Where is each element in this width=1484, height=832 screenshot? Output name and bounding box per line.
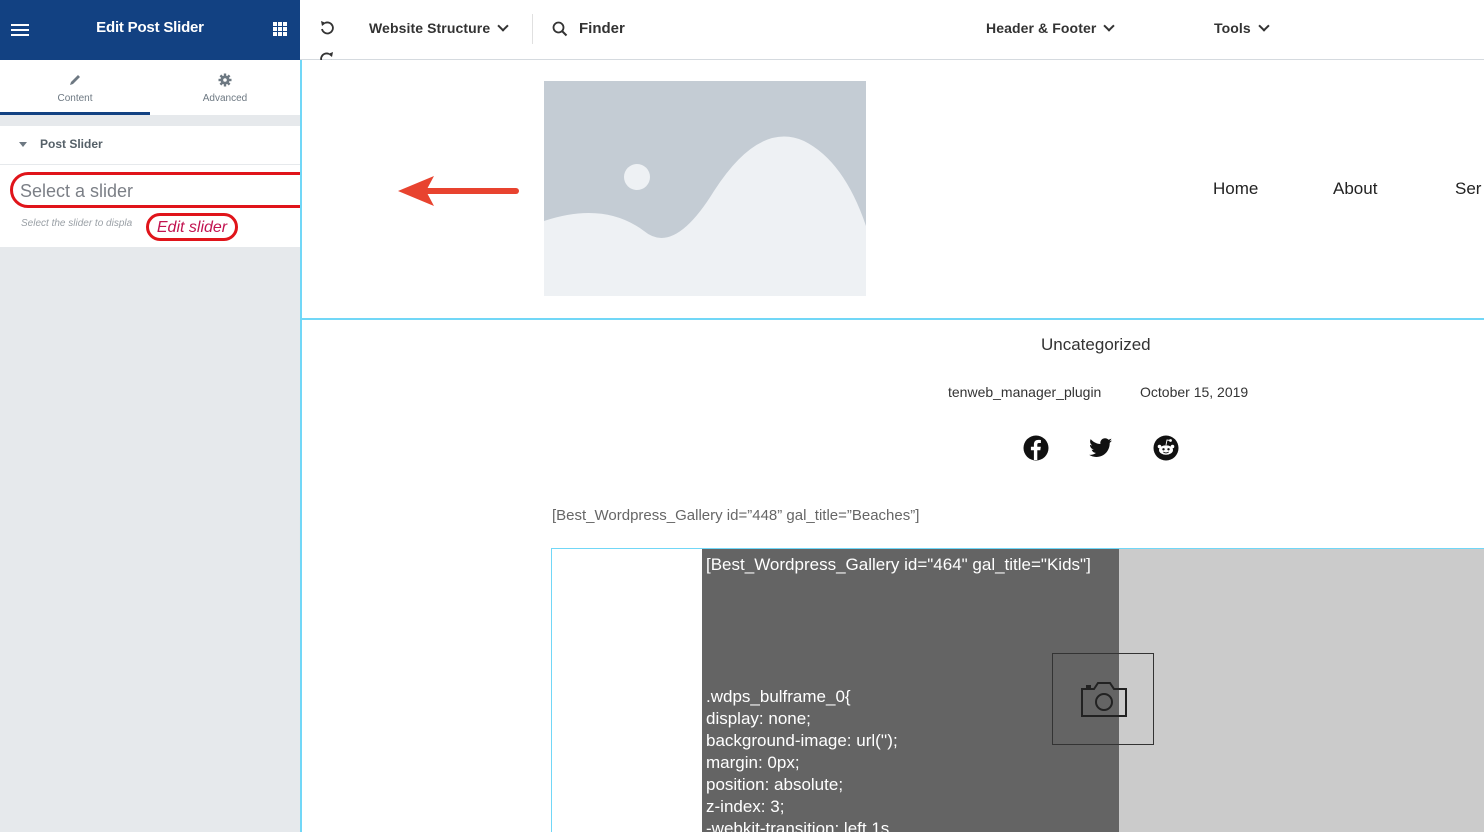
gallery-shortcode-text: [Best_Wordpress_Gallery id=”448” gal_tit… (552, 507, 920, 524)
widgets-grid-icon[interactable] (273, 22, 287, 36)
top-bar: Website Structure Finder Header & Footer… (300, 0, 1484, 66)
tab-content[interactable]: Content (0, 60, 150, 115)
code-line: -webkit-transition: left 1s (706, 819, 890, 832)
twitter-icon[interactable] (1088, 435, 1114, 461)
search-icon[interactable] (552, 21, 568, 37)
chevron-down-icon (497, 20, 509, 32)
code-line: .wdps_bulframe_0{ (706, 687, 851, 706)
caret-down-icon (19, 142, 27, 147)
code-line: z-index: 3; (706, 797, 785, 816)
facebook-icon[interactable] (1023, 435, 1049, 461)
section-title: Post Slider (40, 137, 103, 151)
section-toggle-post-slider[interactable]: Post Slider (0, 126, 300, 165)
annotation-arrow-icon (398, 176, 519, 206)
slider-image-area (1119, 549, 1484, 832)
section-outline (300, 318, 1484, 320)
edit-slider-link[interactable]: Edit slider (146, 213, 238, 241)
panel-header: Edit Post Slider (0, 0, 300, 60)
slider-select-placeholder: Select a slider (20, 181, 134, 201)
image-placeholder-box[interactable] (1052, 653, 1154, 745)
section-body: Select a slider Select the slider to dis… (0, 165, 366, 247)
nav-link-services[interactable]: Ser (1455, 179, 1481, 199)
inline-css-code: .wdps_bulframe_0{ display: none; backgro… (706, 686, 898, 832)
menu-tools-label: Tools (1214, 20, 1251, 36)
reddit-icon[interactable] (1153, 435, 1179, 461)
camera-icon (1081, 682, 1127, 717)
menu-tools[interactable]: Tools (1214, 20, 1270, 36)
toolbar-divider (532, 14, 533, 44)
post-author-link[interactable]: tenweb_manager_plugin (948, 384, 1101, 400)
hamburger-menu-icon[interactable] (10, 20, 30, 40)
menu-website-structure[interactable]: Website Structure (369, 20, 509, 36)
post-date: October 15, 2019 (1140, 384, 1249, 400)
post-category-link[interactable]: Uncategorized (1041, 335, 1151, 355)
menu-header-footer-label: Header & Footer (986, 20, 1097, 36)
code-line: position: absolute; (706, 775, 844, 794)
panel-tabs: Content Advanced (0, 60, 300, 115)
slider-help-text: Select the slider to displa (21, 218, 133, 229)
code-line: display: none; (706, 709, 811, 728)
code-line: background-image: url(''); (706, 731, 898, 750)
chevron-down-icon (1258, 20, 1270, 32)
site-logo-placeholder-image[interactable] (544, 81, 866, 296)
undo-icon[interactable] (320, 20, 334, 36)
pencil-icon (70, 75, 80, 85)
gallery-shortcode-text: [Best_Wordpress_Gallery id="464" gal_tit… (706, 555, 1091, 574)
nav-link-about[interactable]: About (1333, 179, 1377, 199)
menu-header-footer[interactable]: Header & Footer (986, 20, 1116, 36)
tab-content-label: Content (57, 93, 93, 104)
code-line: margin: 0px; (706, 753, 800, 772)
editor-panel: Edit Post Slider Content Advanced Post S… (0, 0, 366, 832)
chevron-down-icon (1103, 20, 1116, 32)
menu-website-structure-label: Website Structure (369, 20, 491, 36)
nav-link-home[interactable]: Home (1213, 179, 1258, 199)
panel-title: Edit Post Slider (96, 19, 204, 36)
edit-slider-label: Edit slider (156, 219, 228, 236)
tab-advanced-label: Advanced (202, 93, 248, 104)
gear-icon (218, 73, 232, 87)
finder-button[interactable]: Finder (579, 20, 625, 37)
tab-advanced[interactable]: Advanced (150, 60, 300, 115)
